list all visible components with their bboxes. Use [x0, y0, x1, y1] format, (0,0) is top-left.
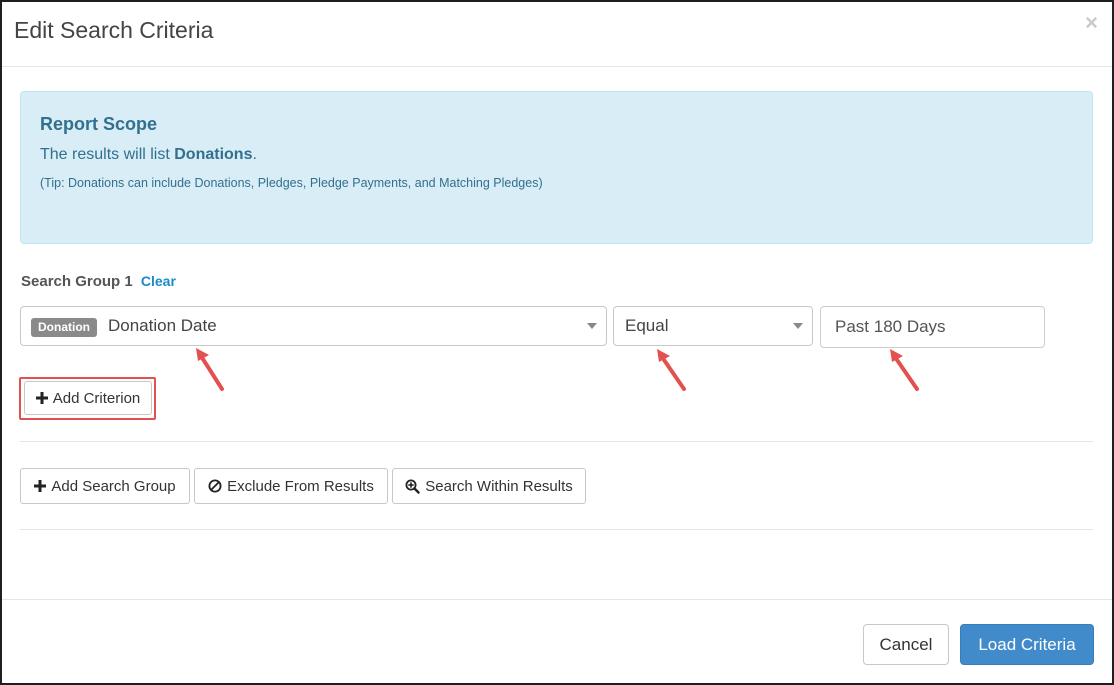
search-group-clear-link[interactable]: Clear	[141, 273, 176, 289]
ban-icon	[208, 479, 222, 493]
exclude-from-results-label: Exclude From Results	[227, 477, 374, 495]
scope-text-prefix: The results will list	[40, 146, 175, 163]
section-divider	[20, 441, 1093, 442]
modal-header: Edit Search Criteria ×	[2, 2, 1112, 67]
plus-icon	[35, 392, 48, 404]
criterion-field-select[interactable]: Donation Donation Date	[20, 306, 607, 346]
red-arrow-icon	[196, 348, 224, 391]
search-group-header: Search Group 1 Clear	[21, 273, 176, 290]
add-criterion-label: Add Criterion	[52, 389, 141, 407]
exclude-from-results-button[interactable]: Exclude From Results	[194, 468, 388, 504]
modal-dialog: Edit Search Criteria × Report Scope The …	[0, 0, 1114, 685]
add-search-group-label: Add Search Group	[51, 477, 176, 495]
scope-text-suffix: .	[252, 146, 257, 163]
report-scope-tip: (Tip: Donations can include Donations, P…	[40, 176, 543, 190]
modal-title: Edit Search Criteria	[14, 17, 214, 43]
scope-text-bold: Donations	[174, 146, 253, 163]
field-category-badge: Donation	[31, 318, 97, 337]
report-scope-text: The results will list Donations.	[40, 146, 257, 164]
modal-footer-divider	[2, 599, 1112, 600]
caret-down-icon	[587, 323, 597, 329]
add-criterion-button[interactable]: Add Criterion	[24, 381, 152, 415]
load-criteria-button[interactable]: Load Criteria	[960, 624, 1094, 665]
report-scope-alert: Report Scope The results will list Donat…	[20, 91, 1093, 244]
criterion-value-input[interactable]: Past 180 Days	[820, 306, 1045, 348]
report-scope-title: Report Scope	[40, 114, 158, 134]
criterion-operator-value: Equal	[625, 316, 669, 335]
cancel-button[interactable]: Cancel	[863, 624, 949, 665]
red-arrow-icon	[890, 349, 919, 391]
criterion-field-value: Donation Date	[108, 316, 217, 335]
close-icon[interactable]: ×	[1085, 12, 1098, 34]
criterion-operator-select[interactable]: Equal	[613, 306, 813, 346]
search-within-results-button[interactable]: Search Within Results	[392, 468, 586, 504]
search-group-label: Search Group 1	[21, 273, 133, 290]
red-arrow-icon	[657, 349, 686, 391]
zoom-in-icon	[405, 479, 420, 494]
section-divider	[20, 529, 1093, 530]
add-search-group-button[interactable]: Add Search Group	[20, 468, 190, 504]
plus-icon	[34, 480, 47, 492]
caret-down-icon	[793, 323, 803, 329]
search-within-results-label: Search Within Results	[425, 477, 573, 495]
